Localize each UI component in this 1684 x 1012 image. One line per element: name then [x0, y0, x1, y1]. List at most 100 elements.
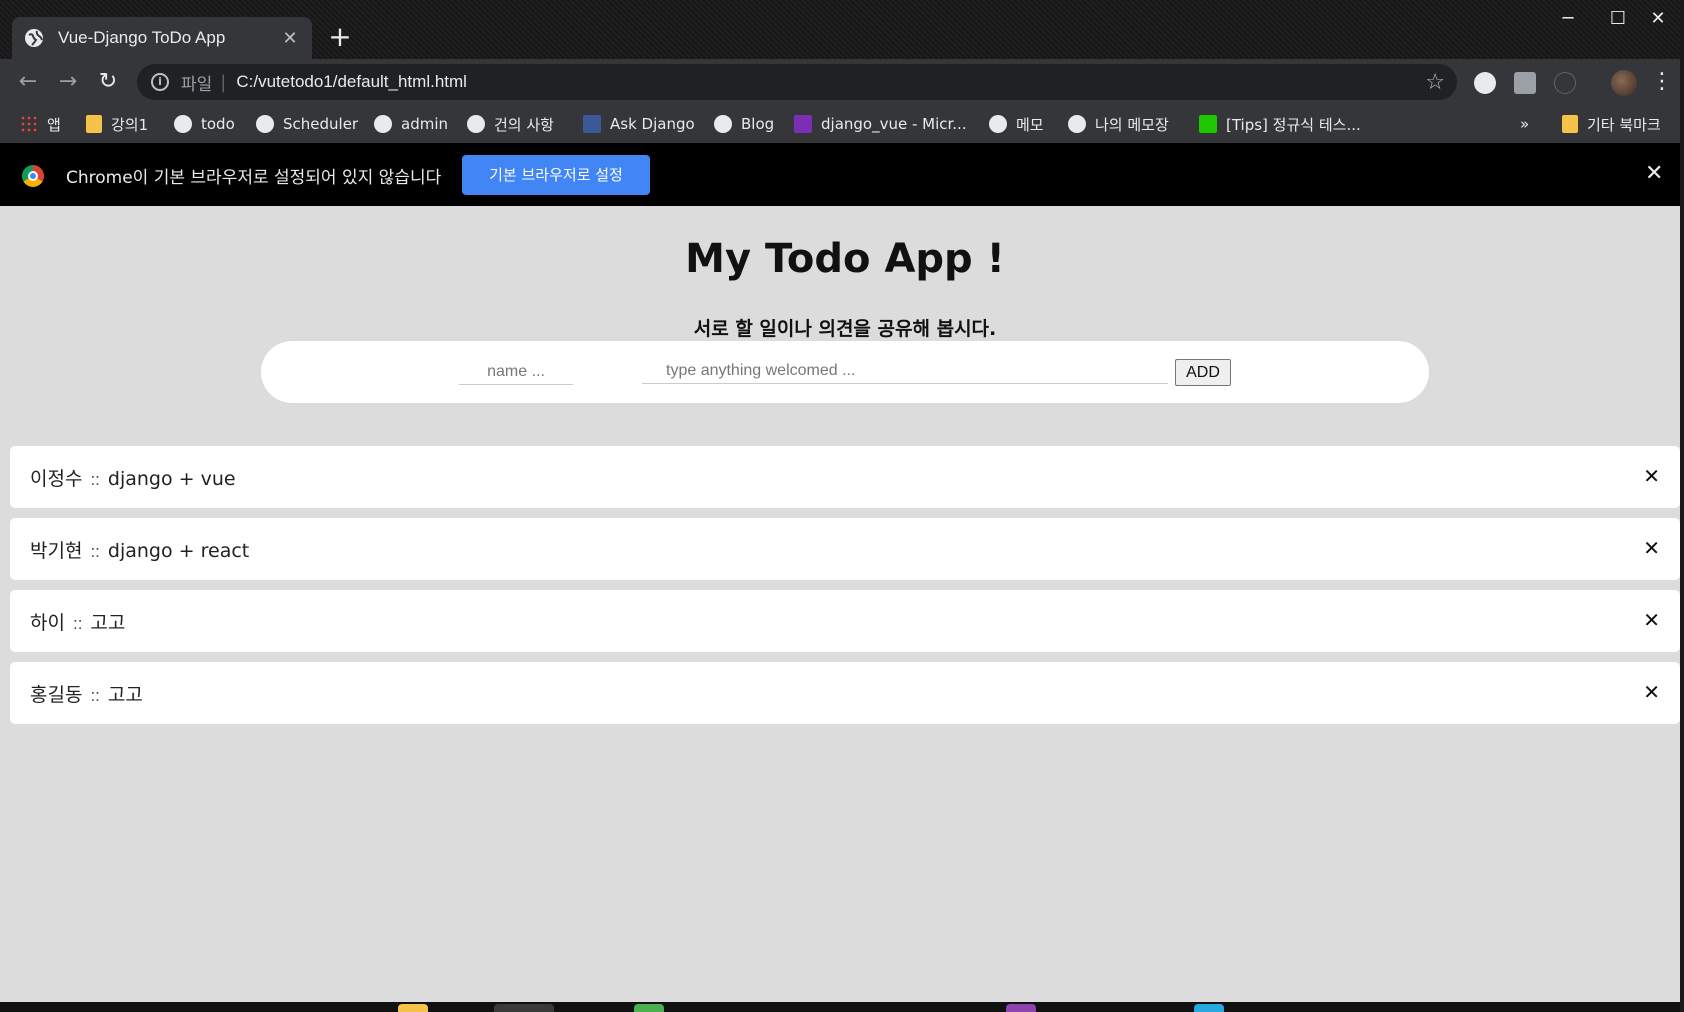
- todo-separator: ::: [90, 469, 100, 489]
- todo-author: 홍길동: [30, 683, 83, 706]
- globe-icon: [714, 115, 732, 133]
- todo-separator: ::: [72, 613, 83, 633]
- bookmark-star-icon[interactable]: ☆: [1425, 70, 1445, 95]
- globe-icon: [989, 115, 1007, 133]
- todo-text: 홍길동:: 고고: [30, 680, 143, 707]
- globe-icon: [1068, 115, 1086, 133]
- folder-icon: [1562, 115, 1578, 133]
- bookmarks-overflow-button[interactable]: »: [1520, 111, 1529, 137]
- todo-text: 이정수:: django + vue: [30, 464, 236, 491]
- name-input[interactable]: [459, 359, 573, 385]
- infobar-message: Chrome이 기본 브라우저로 설정되어 있지 않습니다: [66, 168, 442, 188]
- page-title: My Todo App !: [685, 236, 1005, 282]
- info-icon[interactable]: i: [151, 73, 169, 91]
- bookmark-item[interactable]: 건의 사항: [467, 111, 554, 137]
- profile-avatar[interactable]: [1611, 70, 1637, 96]
- window-edge: [1680, 0, 1684, 1012]
- tab-title: Vue-Django ToDo App: [58, 28, 226, 47]
- globe-icon: [25, 29, 43, 47]
- todo-list: 이정수:: django + vue ✕ 박기현:: django + react …: [10, 446, 1680, 734]
- bookmark-apps[interactable]: 앱: [20, 111, 61, 137]
- bookmark-label: 나의 메모장: [1095, 115, 1169, 134]
- taskbar-app-icon[interactable]: [398, 1004, 428, 1012]
- bookmark-item[interactable]: Blog: [714, 111, 774, 137]
- bookmark-label: django_vue - Micr...: [821, 115, 967, 133]
- extension-ex-icon[interactable]: [1514, 72, 1536, 94]
- todo-input-bar: ADD: [261, 341, 1429, 403]
- bookmark-label: 건의 사항: [494, 115, 554, 134]
- bookmark-item[interactable]: [Tips] 정규식 테스...: [1199, 111, 1361, 137]
- bookmark-label: [Tips] 정규식 테스...: [1226, 115, 1361, 134]
- bookmark-label: Blog: [741, 115, 775, 133]
- bookmark-item[interactable]: django_vue - Micr...: [794, 111, 967, 137]
- globe-icon: [174, 115, 192, 133]
- todo-item: 하이:: 고고 ✕: [10, 590, 1680, 652]
- globe-icon: [467, 115, 485, 133]
- infobar-close-icon[interactable]: ✕: [1645, 161, 1663, 186]
- bookmark-label: 앱: [47, 115, 61, 134]
- set-default-browser-button[interactable]: 기본 브라우저로 설정: [462, 155, 650, 195]
- page-content: My Todo App ! 서로 할 일이나 의견을 공유해 봅시다. ADD …: [0, 206, 1684, 1002]
- browser-tab[interactable]: Vue-Django ToDo App ✕: [12, 17, 312, 59]
- chrome-logo-icon: [22, 165, 44, 187]
- todo-text: 하이:: 고고: [30, 608, 125, 635]
- taskbar-app-icon[interactable]: [1194, 1004, 1224, 1012]
- bookmarks-bar: 앱 강의1 todo Scheduler admin 건의 사항 Ask Dja…: [0, 105, 1684, 143]
- todo-text: 박기현:: django + react: [30, 536, 249, 563]
- bookmark-label: 강의1: [111, 115, 149, 134]
- menu-icon[interactable]: ⋮: [1648, 69, 1676, 97]
- bookmark-label: 메모: [1016, 115, 1044, 134]
- onenote-icon: [794, 115, 812, 133]
- bookmark-item[interactable]: todo: [174, 111, 235, 137]
- browser-title-bar: Vue-Django ToDo App ✕ + ─ ☐ ✕: [0, 0, 1684, 59]
- new-tab-button[interactable]: +: [326, 23, 354, 52]
- todo-content: django + vue: [107, 467, 236, 490]
- bookmark-item[interactable]: 나의 메모장: [1068, 111, 1169, 137]
- taskbar-app-icon[interactable]: [494, 1004, 554, 1012]
- bookmark-label: admin: [401, 115, 448, 133]
- todo-separator: ::: [90, 685, 100, 705]
- taskbar-app-icon[interactable]: [1006, 1004, 1036, 1012]
- globe-icon: [256, 115, 274, 133]
- delete-icon[interactable]: ✕: [1643, 464, 1660, 488]
- reload-button[interactable]: ↻: [94, 69, 122, 97]
- browser-toolbar: ← → ↻ i 파일 | C:/vutetodo1/default_html.h…: [0, 59, 1684, 105]
- bookmark-item[interactable]: Ask Django: [583, 111, 695, 137]
- forward-button[interactable]: →: [54, 69, 82, 97]
- bookmark-item[interactable]: admin: [374, 111, 448, 137]
- delete-icon[interactable]: ✕: [1643, 608, 1660, 632]
- extension-icon[interactable]: [1474, 72, 1496, 94]
- add-button[interactable]: ADD: [1175, 359, 1231, 386]
- delete-icon[interactable]: ✕: [1643, 536, 1660, 560]
- todo-item: 이정수:: django + vue ✕: [10, 446, 1680, 508]
- back-button[interactable]: ←: [14, 69, 42, 97]
- bookmark-item[interactable]: 메모: [989, 111, 1044, 137]
- url-scheme-label: 파일: [181, 74, 213, 95]
- todo-input[interactable]: [642, 358, 1168, 384]
- delete-icon[interactable]: ✕: [1643, 680, 1660, 704]
- os-taskbar: [0, 1002, 1684, 1012]
- apps-icon: [20, 115, 38, 133]
- folder-icon: [86, 115, 102, 133]
- minimize-button[interactable]: ─: [1546, 6, 1590, 34]
- other-bookmarks[interactable]: 기타 북마크: [1562, 111, 1661, 137]
- todo-item: 박기현:: django + react ✕: [10, 518, 1680, 580]
- bookmark-folder[interactable]: 강의1: [86, 111, 148, 137]
- taskbar-app-icon[interactable]: [634, 1004, 664, 1012]
- bookmark-label: Scheduler: [283, 115, 359, 133]
- todo-content: django + react: [107, 539, 250, 562]
- extension-a-icon[interactable]: [1554, 72, 1576, 94]
- bookmark-item[interactable]: Scheduler: [256, 111, 358, 137]
- todo-item: 홍길동:: 고고 ✕: [10, 662, 1680, 724]
- todo-author: 박기현: [30, 539, 83, 562]
- other-bookmarks-label: 기타 북마크: [1587, 115, 1661, 134]
- address-bar[interactable]: i 파일 | C:/vutetodo1/default_html.html ☆: [137, 64, 1457, 100]
- todo-content: 고고: [107, 683, 143, 706]
- url-text[interactable]: C:/vutetodo1/default_html.html: [236, 72, 1425, 92]
- tab-close-icon[interactable]: ✕: [280, 28, 300, 49]
- maximize-button[interactable]: ☐: [1596, 6, 1640, 34]
- url-separator: |: [220, 71, 227, 93]
- todo-separator: ::: [90, 541, 100, 561]
- window-close-button[interactable]: ✕: [1636, 6, 1680, 34]
- todo-author: 하이: [30, 611, 65, 634]
